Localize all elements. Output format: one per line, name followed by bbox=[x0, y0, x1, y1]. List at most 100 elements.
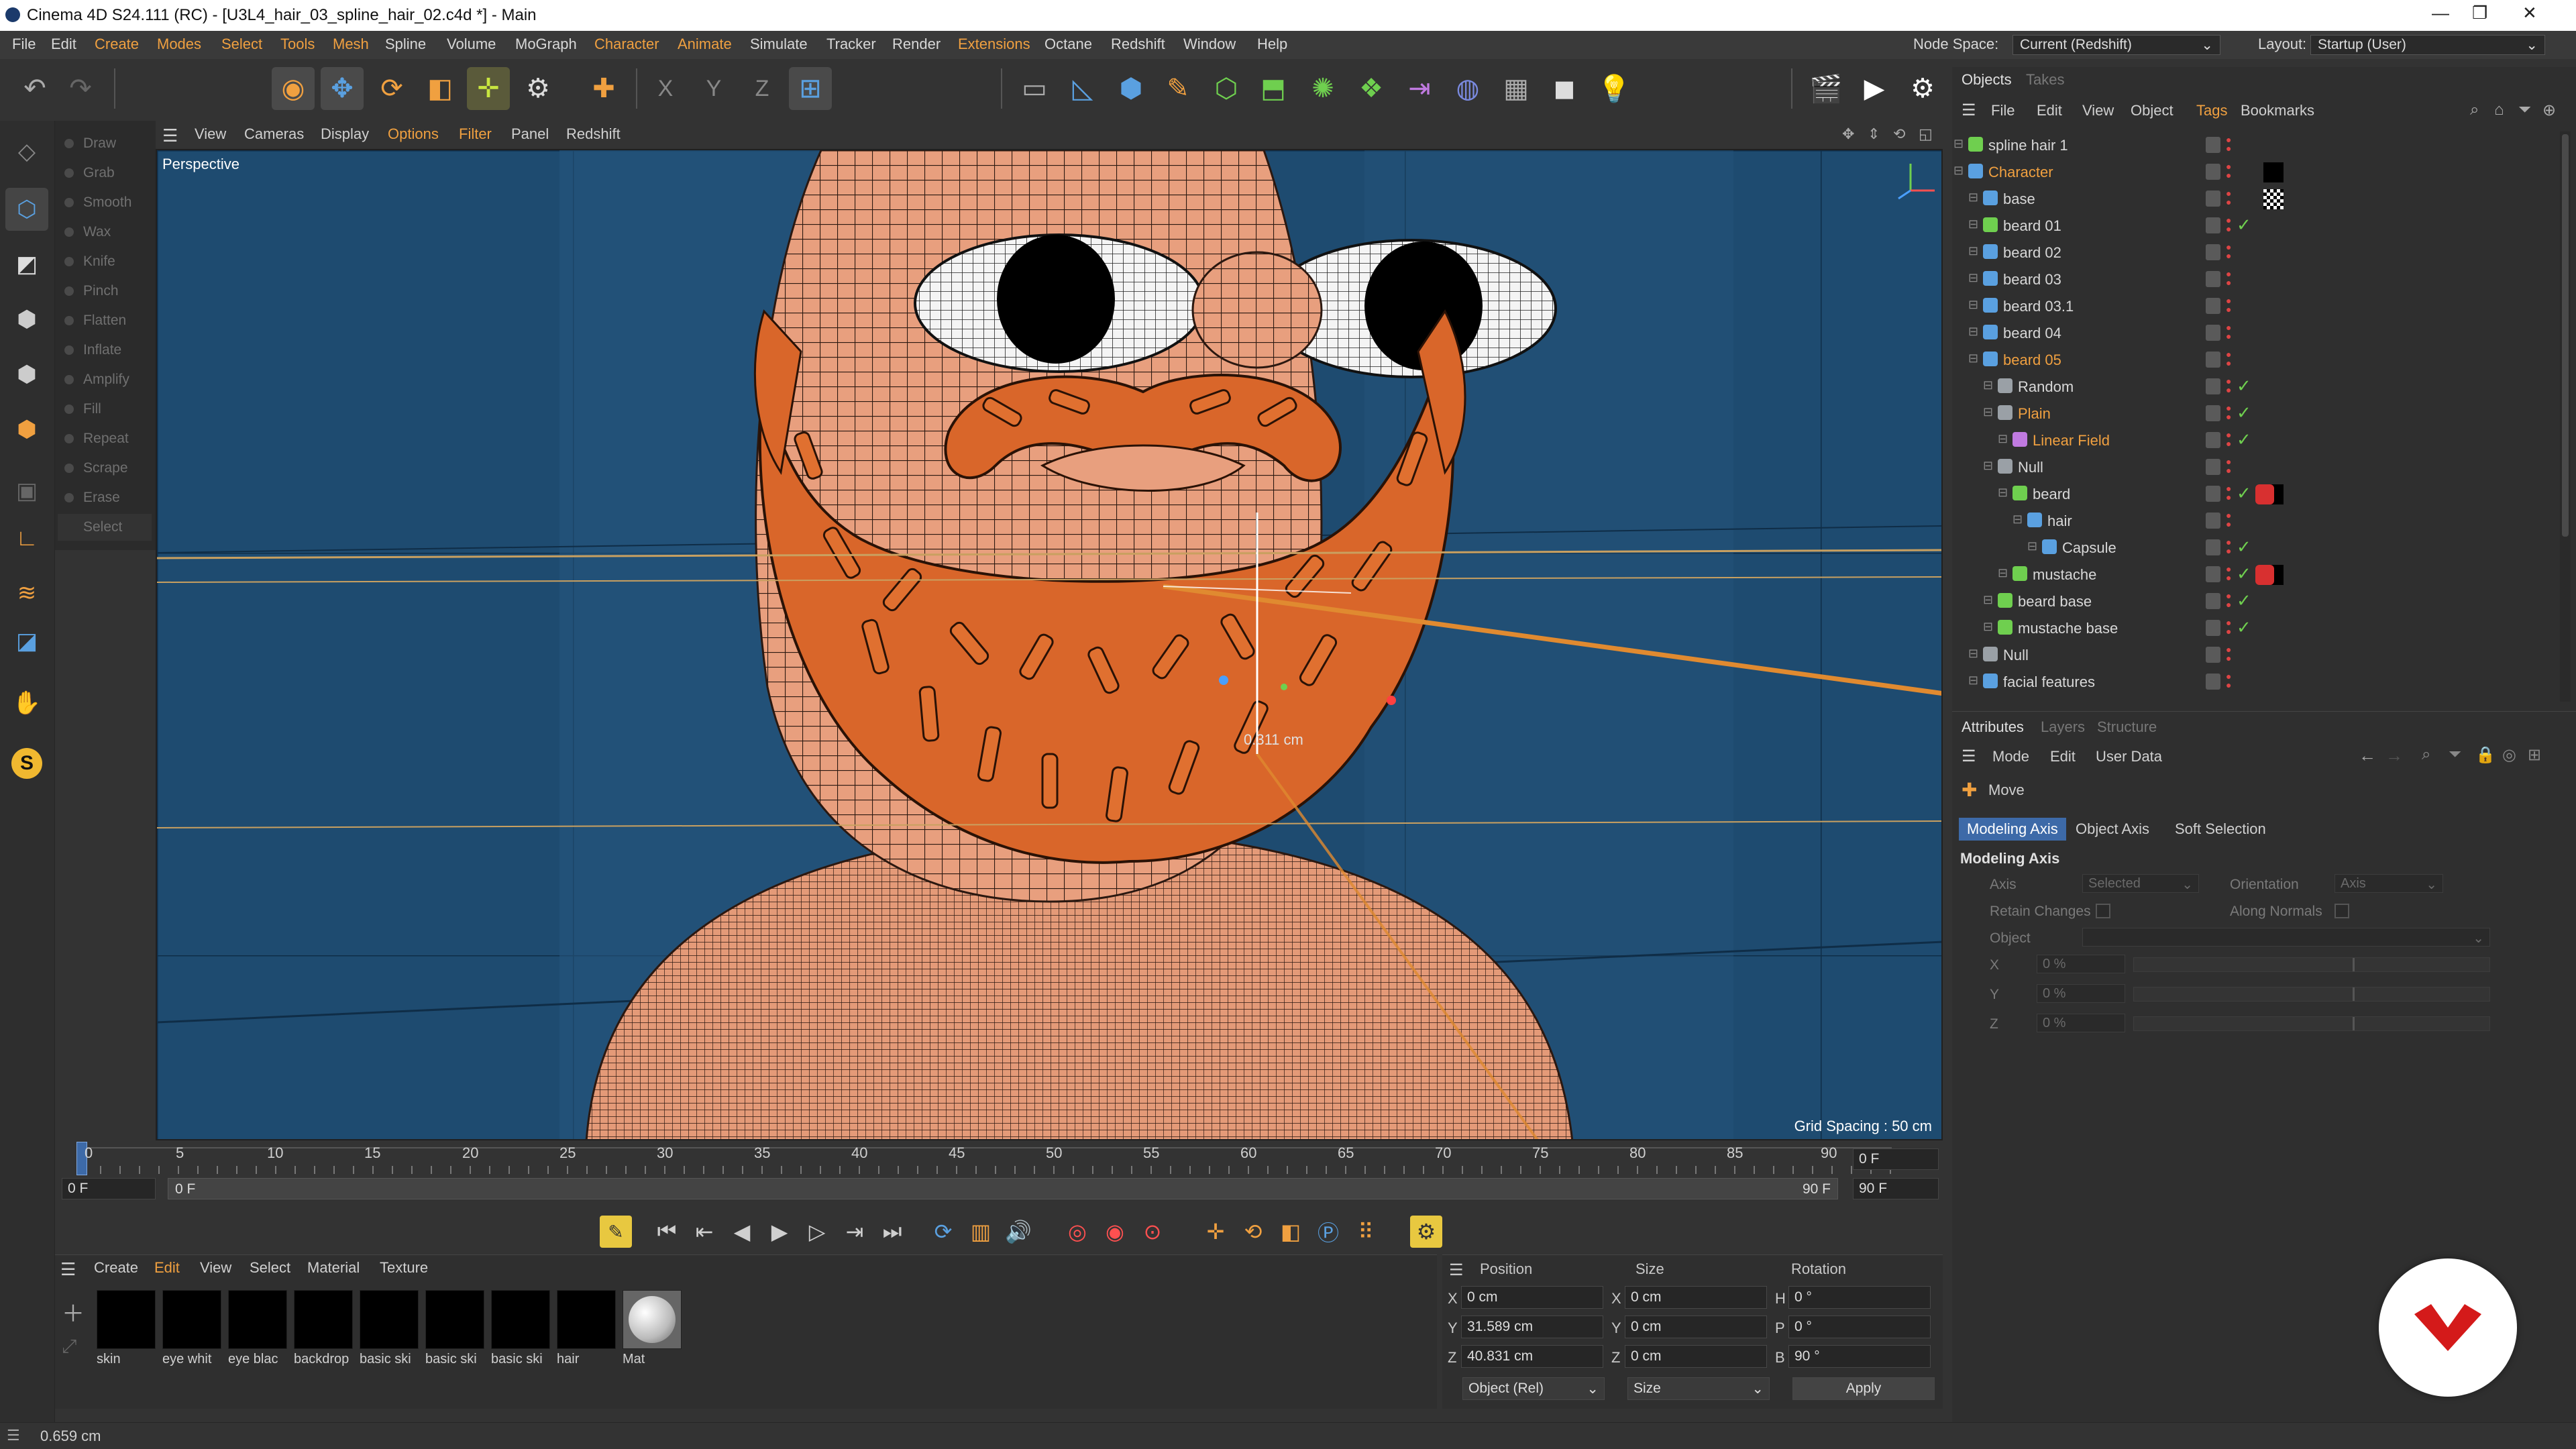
target-icon[interactable]: ◎ bbox=[2502, 745, 2516, 765]
object-name[interactable]: mustache bbox=[2033, 566, 2096, 584]
tab-layers[interactable]: Layers bbox=[2041, 718, 2085, 736]
enabled-check-icon[interactable]: ✓ bbox=[2237, 537, 2251, 557]
enabled-check-icon[interactable]: ✓ bbox=[2237, 215, 2251, 235]
menu-octane[interactable]: Octane bbox=[1044, 36, 1092, 53]
size-y-field[interactable]: 0 cm bbox=[1625, 1316, 1767, 1338]
layer-icon[interactable] bbox=[2206, 191, 2220, 207]
hamburger-icon[interactable]: ☰ bbox=[60, 1259, 76, 1280]
preview-range-bar[interactable]: 0 F 90 F bbox=[168, 1178, 1838, 1199]
hair-material-tag-icon[interactable] bbox=[2255, 565, 2274, 585]
expand-toggle-icon[interactable]: ⊟ bbox=[1968, 244, 1978, 258]
sculpt-select[interactable]: Select bbox=[58, 514, 152, 541]
node-space-dropdown[interactable]: Current (Redshift) ⌄ bbox=[2012, 35, 2220, 55]
object-row[interactable]: ⊟ spline hair 1 ● ● bbox=[1952, 131, 2556, 158]
world-coords-icon[interactable]: ⊞ bbox=[789, 67, 832, 110]
visibility-dots-icon[interactable]: ● ● bbox=[2226, 645, 2231, 663]
layer-icon[interactable] bbox=[2206, 405, 2220, 421]
visibility-dots-icon[interactable]: ● ● bbox=[2226, 537, 2231, 555]
object-row[interactable]: ⊟ Linear Field ● ● ✓ bbox=[1952, 427, 2556, 453]
sculpt-amplify[interactable]: Amplify bbox=[58, 366, 152, 393]
add-material-icon[interactable]: ＋ bbox=[62, 1295, 85, 1328]
om-menu-object[interactable]: Object bbox=[2131, 102, 2174, 119]
y-axis-lock-icon[interactable]: Y bbox=[692, 67, 735, 110]
visibility-dots-icon[interactable]: ● ● bbox=[2226, 296, 2231, 314]
visibility-dots-icon[interactable]: ● ● bbox=[2226, 215, 2231, 233]
vp-menu-cameras[interactable]: Cameras bbox=[244, 125, 304, 143]
layer-icon[interactable] bbox=[2206, 432, 2220, 448]
om-menu-tags[interactable]: Tags bbox=[2196, 102, 2227, 119]
texture-mode-icon[interactable]: ◩ bbox=[5, 243, 48, 286]
sculpt-fill[interactable]: Fill bbox=[58, 396, 152, 423]
layer-icon[interactable] bbox=[2206, 539, 2220, 555]
enabled-check-icon[interactable]: ✓ bbox=[2237, 617, 2251, 638]
extrude-icon[interactable]: ⬒ bbox=[1252, 67, 1295, 110]
object-name[interactable]: beard base bbox=[2018, 593, 2092, 610]
expand-toggle-icon[interactable]: ⊟ bbox=[1953, 164, 1964, 178]
object-row[interactable]: ⊟ beard base ● ● ✓ bbox=[1952, 588, 2556, 614]
menu-redshift[interactable]: Redshift bbox=[1111, 36, 1165, 53]
visibility-dots-icon[interactable]: ● ● bbox=[2226, 323, 2231, 341]
rotation-p-field[interactable]: 0 ° bbox=[1788, 1316, 1931, 1338]
size-mode-dropdown[interactable]: Size ⌄ bbox=[1627, 1377, 1770, 1400]
search-icon[interactable]: ⌕ bbox=[2422, 745, 2430, 764]
material-swatch[interactable]: eye blac bbox=[228, 1290, 287, 1371]
menu-file[interactable]: File bbox=[12, 36, 36, 53]
axis-dropdown[interactable]: Selected ⌄ bbox=[2082, 874, 2199, 893]
mat-menu-view[interactable]: View bbox=[200, 1259, 231, 1277]
object-name[interactable]: Plain bbox=[2018, 405, 2051, 423]
object-row[interactable]: ⊟ beard 03.1 ● ● bbox=[1952, 292, 2556, 319]
enabled-check-icon[interactable]: ✓ bbox=[2237, 483, 2251, 504]
menu-animate[interactable]: Animate bbox=[678, 36, 732, 53]
layer-icon[interactable] bbox=[2206, 137, 2220, 153]
size-x-field[interactable]: 0 cm bbox=[1625, 1286, 1767, 1309]
autokey-icon[interactable]: ◉ bbox=[1099, 1216, 1131, 1248]
sculpt-draw[interactable]: Draw bbox=[58, 130, 152, 157]
visibility-dots-icon[interactable]: ● ● bbox=[2226, 484, 2231, 502]
visibility-dots-icon[interactable]: ● ● bbox=[2226, 269, 2231, 287]
vp-menu-panel[interactable]: Panel bbox=[511, 125, 549, 143]
layer-icon[interactable] bbox=[2206, 459, 2220, 475]
material-tag-icon[interactable] bbox=[2263, 162, 2284, 182]
visibility-dots-icon[interactable]: ● ● bbox=[2226, 242, 2231, 260]
material-swatch[interactable]: eye whit bbox=[162, 1290, 221, 1371]
camera-icon[interactable]: ◼ bbox=[1543, 67, 1586, 110]
layout-dropdown[interactable]: Startup (User) ⌄ bbox=[2310, 35, 2545, 55]
keyframe-selection-icon[interactable]: ⊙ bbox=[1136, 1216, 1169, 1248]
current-frame-field[interactable]: 0 F bbox=[1853, 1148, 1939, 1170]
object-name[interactable]: hair bbox=[2047, 513, 2072, 530]
menu-help[interactable]: Help bbox=[1257, 36, 1287, 53]
polygons-mode-icon[interactable]: ⬢ bbox=[5, 408, 48, 451]
layer-icon[interactable] bbox=[2206, 593, 2220, 609]
mat-menu-material[interactable]: Material bbox=[307, 1259, 360, 1277]
expand-toggle-icon[interactable]: ⊟ bbox=[2027, 539, 2037, 553]
transform-icon[interactable]: ✚ bbox=[582, 67, 625, 110]
menu-spline[interactable]: Spline bbox=[385, 36, 426, 53]
menu-edit[interactable]: Edit bbox=[51, 36, 76, 53]
object-name[interactable]: Null bbox=[2003, 647, 2029, 664]
x-slider[interactable] bbox=[2133, 957, 2490, 972]
object-row[interactable]: ⊟ Character ● ● bbox=[1952, 158, 2556, 185]
visibility-dots-icon[interactable]: ● ● bbox=[2226, 430, 2231, 448]
tab-object-axis[interactable]: Object Axis bbox=[2068, 818, 2157, 841]
material-swatch[interactable]: backdrop bbox=[294, 1290, 353, 1371]
material-swatch[interactable]: Mat bbox=[623, 1290, 682, 1371]
menu-tools[interactable]: Tools bbox=[280, 36, 315, 53]
object-name[interactable]: Null bbox=[2018, 459, 2043, 476]
object-row[interactable]: ⊟ Random ● ● ✓ bbox=[1952, 373, 2556, 400]
layer-icon[interactable] bbox=[2206, 647, 2220, 663]
visibility-dots-icon[interactable]: ● ● bbox=[2226, 618, 2231, 636]
layer-icon[interactable] bbox=[2206, 271, 2220, 287]
orientation-dropdown[interactable]: Axis ⌄ bbox=[2334, 874, 2443, 893]
solo-icon[interactable]: ▣ bbox=[5, 470, 48, 513]
layer-icon[interactable] bbox=[2206, 352, 2220, 368]
om-menu-file[interactable]: File bbox=[1991, 102, 2015, 119]
close-button[interactable]: ✕ bbox=[2522, 3, 2537, 23]
z-slider[interactable] bbox=[2133, 1016, 2490, 1031]
key-pla-icon[interactable]: ⠿ bbox=[1350, 1216, 1382, 1248]
object-name[interactable]: mustache base bbox=[2018, 620, 2118, 637]
status-menu-icon[interactable]: ☰ bbox=[7, 1427, 20, 1444]
om-menu-edit[interactable]: Edit bbox=[2037, 102, 2062, 119]
mograph-icon[interactable]: ❖ bbox=[1350, 67, 1393, 110]
start-frame-field[interactable]: 0 F bbox=[62, 1178, 156, 1199]
position-y-field[interactable]: 31.589 cm bbox=[1461, 1316, 1603, 1338]
